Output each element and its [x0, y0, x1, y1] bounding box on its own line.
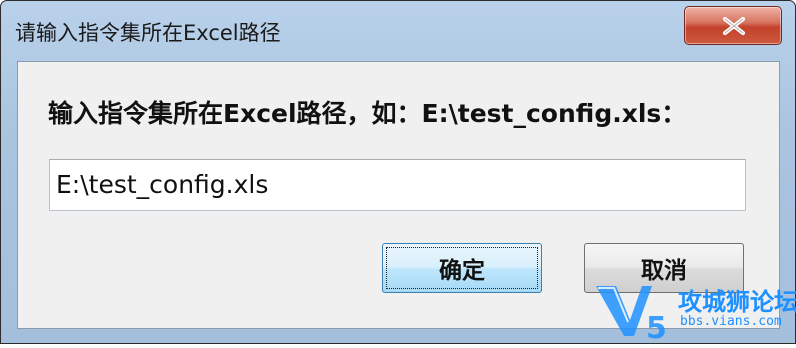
watermark: 5 攻城狮论坛 bbs.vians.com — [590, 276, 796, 346]
close-icon — [722, 16, 746, 36]
window-title: 请输入指令集所在Excel路径 — [15, 21, 281, 45]
ok-button[interactable]: 确定 — [382, 243, 542, 293]
ok-button-label: 确定 — [439, 258, 485, 284]
prompt-label: 输入指令集所在Excel路径，如：E:\test_config.xls： — [48, 99, 687, 128]
path-input[interactable]: E:\test_config.xls — [49, 159, 746, 211]
v5-logo-icon: 5 — [596, 286, 667, 346]
watermark-brand: 攻城狮论坛 — [678, 288, 796, 316]
close-button[interactable] — [684, 6, 782, 45]
svg-text:5: 5 — [646, 311, 667, 344]
watermark-url: bbs.vians.com — [680, 314, 782, 329]
